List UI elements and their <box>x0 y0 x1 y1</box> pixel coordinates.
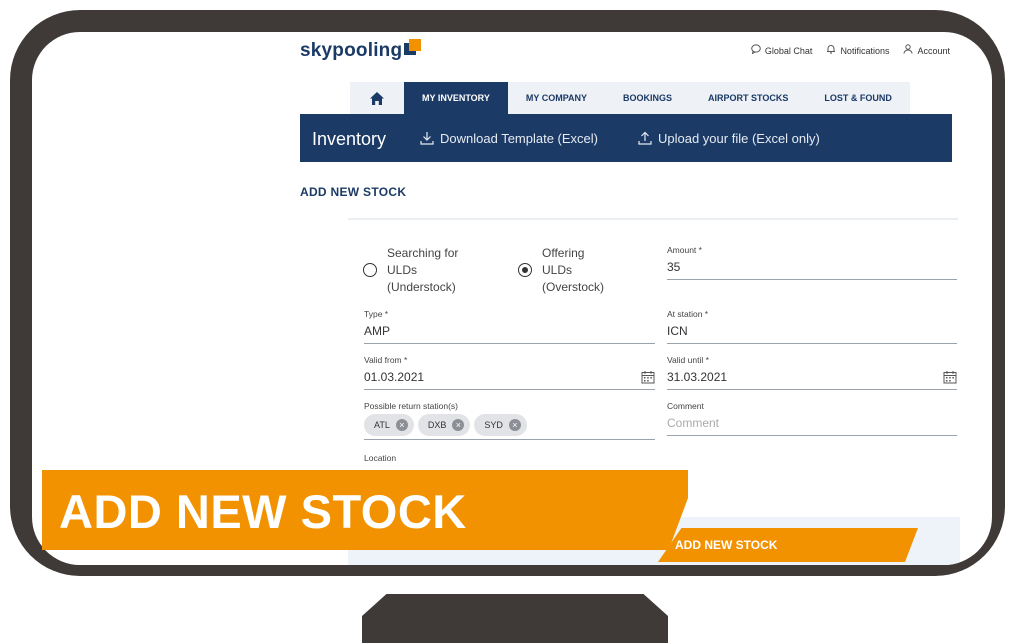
location-field[interactable]: Location <box>364 453 655 463</box>
logo-mark-icon <box>404 39 422 57</box>
radio-searching-line2: ULDs <box>387 263 418 277</box>
user-icon <box>903 44 913 57</box>
valid-until-label: Valid until * <box>667 355 709 365</box>
global-chat-label: Global Chat <box>764 46 813 56</box>
promo-banner: ADD NEW STOCK <box>42 470 688 550</box>
station-chip[interactable]: DXB × <box>417 414 471 436</box>
upload-file-label: Upload your file (Excel only) <box>658 131 820 146</box>
remove-chip-icon[interactable]: × <box>452 419 465 431</box>
upload-icon <box>638 131 652 145</box>
valid-from-field[interactable]: Valid from * 01.03.2021 <box>364 355 655 390</box>
valid-from-value: 01.03.2021 <box>364 370 425 384</box>
tab-home[interactable] <box>350 82 404 114</box>
valid-until-field[interactable]: Valid until * 31.03.2021 <box>667 355 957 390</box>
comment-label: Comment <box>667 401 704 411</box>
station-chip-label: SYD <box>484 420 503 430</box>
monitor-stand <box>362 594 668 643</box>
type-input[interactable]: AMP <box>364 324 655 344</box>
return-stations-field[interactable]: Possible return station(s) ATL × DXB × SYD… <box>364 401 655 440</box>
calendar-icon[interactable] <box>943 370 957 384</box>
section-divider <box>348 218 958 220</box>
comment-input[interactable]: Comment <box>667 416 957 436</box>
valid-until-value: 31.03.2021 <box>667 370 728 384</box>
tab-my-inventory[interactable]: MY INVENTORY <box>404 82 508 114</box>
radio-searching-line3: (Understock) <box>387 280 456 294</box>
valid-from-label: Valid from * <box>364 355 408 365</box>
station-chip[interactable]: ATL × <box>364 414 414 436</box>
radio-offering-line2: ULDs <box>542 263 573 277</box>
download-template-label: Download Template (Excel) <box>440 131 598 146</box>
notifications-link[interactable]: Notifications <box>826 44 889 57</box>
tab-my-company[interactable]: MY COMPANY <box>508 82 605 114</box>
type-label: Type * <box>364 309 389 319</box>
calendar-icon[interactable] <box>641 370 655 384</box>
radio-searching-circle[interactable] <box>363 263 377 277</box>
bell-icon <box>826 44 836 57</box>
at-station-label: At station * <box>667 309 709 319</box>
radio-searching-line1: Searching for <box>387 246 459 260</box>
valid-until-input[interactable]: 31.03.2021 <box>667 370 957 390</box>
amount-field[interactable]: Amount * 35 <box>667 245 957 280</box>
radio-offering-line1: Offering <box>542 246 585 260</box>
upload-file-button[interactable]: Upload your file (Excel only) <box>638 131 820 146</box>
station-chip[interactable]: SYD × <box>474 414 527 436</box>
return-stations-label: Possible return station(s) <box>364 401 459 411</box>
valid-from-input[interactable]: 01.03.2021 <box>364 370 655 390</box>
amount-label: Amount * <box>667 245 702 255</box>
amount-input[interactable]: 35 <box>667 260 957 280</box>
notifications-label: Notifications <box>840 46 890 56</box>
main-tabs: MY INVENTORY MY COMPANY BOOKINGS AIRPORT… <box>350 82 910 114</box>
at-station-field[interactable]: At station * ICN <box>667 309 957 344</box>
tab-airport-stocks[interactable]: AIRPORT STOCKS <box>690 82 806 114</box>
tab-bookings[interactable]: BOOKINGS <box>605 82 690 114</box>
toolbar-title: Inventory <box>312 129 387 149</box>
radio-offering-circle[interactable] <box>518 263 532 277</box>
inventory-toolbar: Inventory Download Template (Excel) Uplo… <box>300 114 952 162</box>
comment-field[interactable]: Comment Comment <box>667 401 957 436</box>
add-new-stock-button[interactable]: ADD NEW STOCK <box>658 528 918 562</box>
remove-chip-icon[interactable]: × <box>508 419 521 431</box>
radio-offering-line3: (Overstock) <box>542 280 605 294</box>
at-station-input[interactable]: ICN <box>667 324 957 344</box>
account-link[interactable]: Account <box>903 44 950 57</box>
download-template-button[interactable]: Download Template (Excel) <box>420 131 598 146</box>
download-icon <box>420 132 434 145</box>
location-label: Location <box>364 453 397 463</box>
account-label: Account <box>917 46 950 56</box>
radio-offering[interactable]: Offering ULDs (Overstock) <box>518 245 605 296</box>
brand-logo[interactable]: skypooling <box>300 39 422 62</box>
type-field[interactable]: Type * AMP <box>364 309 655 344</box>
section-title: ADD NEW STOCK <box>300 185 407 199</box>
remove-chip-icon[interactable]: × <box>395 419 408 431</box>
global-chat-link[interactable]: Global Chat <box>751 44 813 57</box>
station-chip-label: DXB <box>427 420 447 430</box>
radio-searching[interactable]: Searching for ULDs (Understock) <box>363 245 459 296</box>
tab-lost-found[interactable]: LOST & FOUND <box>806 82 910 114</box>
home-icon <box>370 91 384 105</box>
top-links: Global Chat Notifications Account <box>751 44 950 57</box>
banner-text: ADD NEW STOCK <box>59 485 467 538</box>
return-stations-chips: ATL × DXB × SYD × <box>364 414 655 440</box>
station-chip-label: ATL <box>374 420 390 430</box>
chat-icon <box>751 44 761 57</box>
brand-name: skypooling <box>300 40 403 61</box>
